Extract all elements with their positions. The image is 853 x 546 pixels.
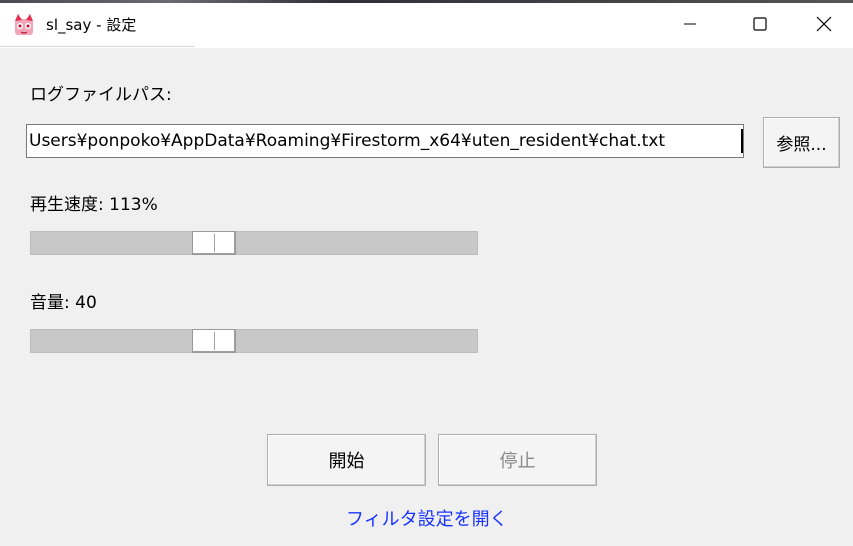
volume-label-prefix: 音量: (30, 293, 76, 313)
stop-button-label: 停止 (499, 451, 536, 472)
app-icon (15, 14, 33, 35)
close-icon (816, 16, 832, 32)
browse-button-label: 参照... (776, 135, 827, 155)
log-path-value: Users¥ponpoko¥AppData¥Roaming¥Firestorm_… (29, 131, 666, 151)
log-path-label: ログファイルパス: (30, 85, 172, 105)
volume-label: 音量: 40 (30, 288, 97, 313)
filter-settings-link[interactable]: フィルタ設定を開く (346, 505, 508, 531)
close-button[interactable] (795, 0, 853, 48)
log-path-input[interactable]: Users¥ponpoko¥AppData¥Roaming¥Firestorm_… (26, 124, 744, 158)
volume-value: 40 (75, 293, 97, 313)
stop-button: 停止 (438, 434, 597, 486)
text-caret (741, 129, 743, 153)
speed-value: 113% (109, 195, 158, 215)
title-bar[interactable]: sl_say - 設定 (0, 0, 853, 48)
volume-slider[interactable] (30, 329, 478, 353)
volume-slider-thumb[interactable] (192, 329, 236, 353)
window-title: sl_say - 設定 (46, 16, 137, 34)
speed-label-prefix: 再生速度: (30, 195, 110, 215)
browse-button[interactable]: 参照... (763, 117, 840, 168)
start-button-label: 開始 (328, 451, 365, 472)
speed-label: 再生速度: 113% (30, 190, 158, 215)
speed-slider[interactable] (30, 231, 478, 255)
settings-window: sl_say - 設定 ログファイルパス: Users¥ponpoko¥AppD… (0, 0, 853, 546)
minimize-button[interactable] (655, 0, 725, 48)
maximize-button[interactable] (725, 0, 795, 48)
title-divider (0, 46, 195, 47)
minimize-icon (684, 23, 696, 25)
maximize-icon (753, 17, 767, 31)
start-button[interactable]: 開始 (267, 434, 426, 486)
speed-slider-thumb[interactable] (192, 231, 236, 255)
